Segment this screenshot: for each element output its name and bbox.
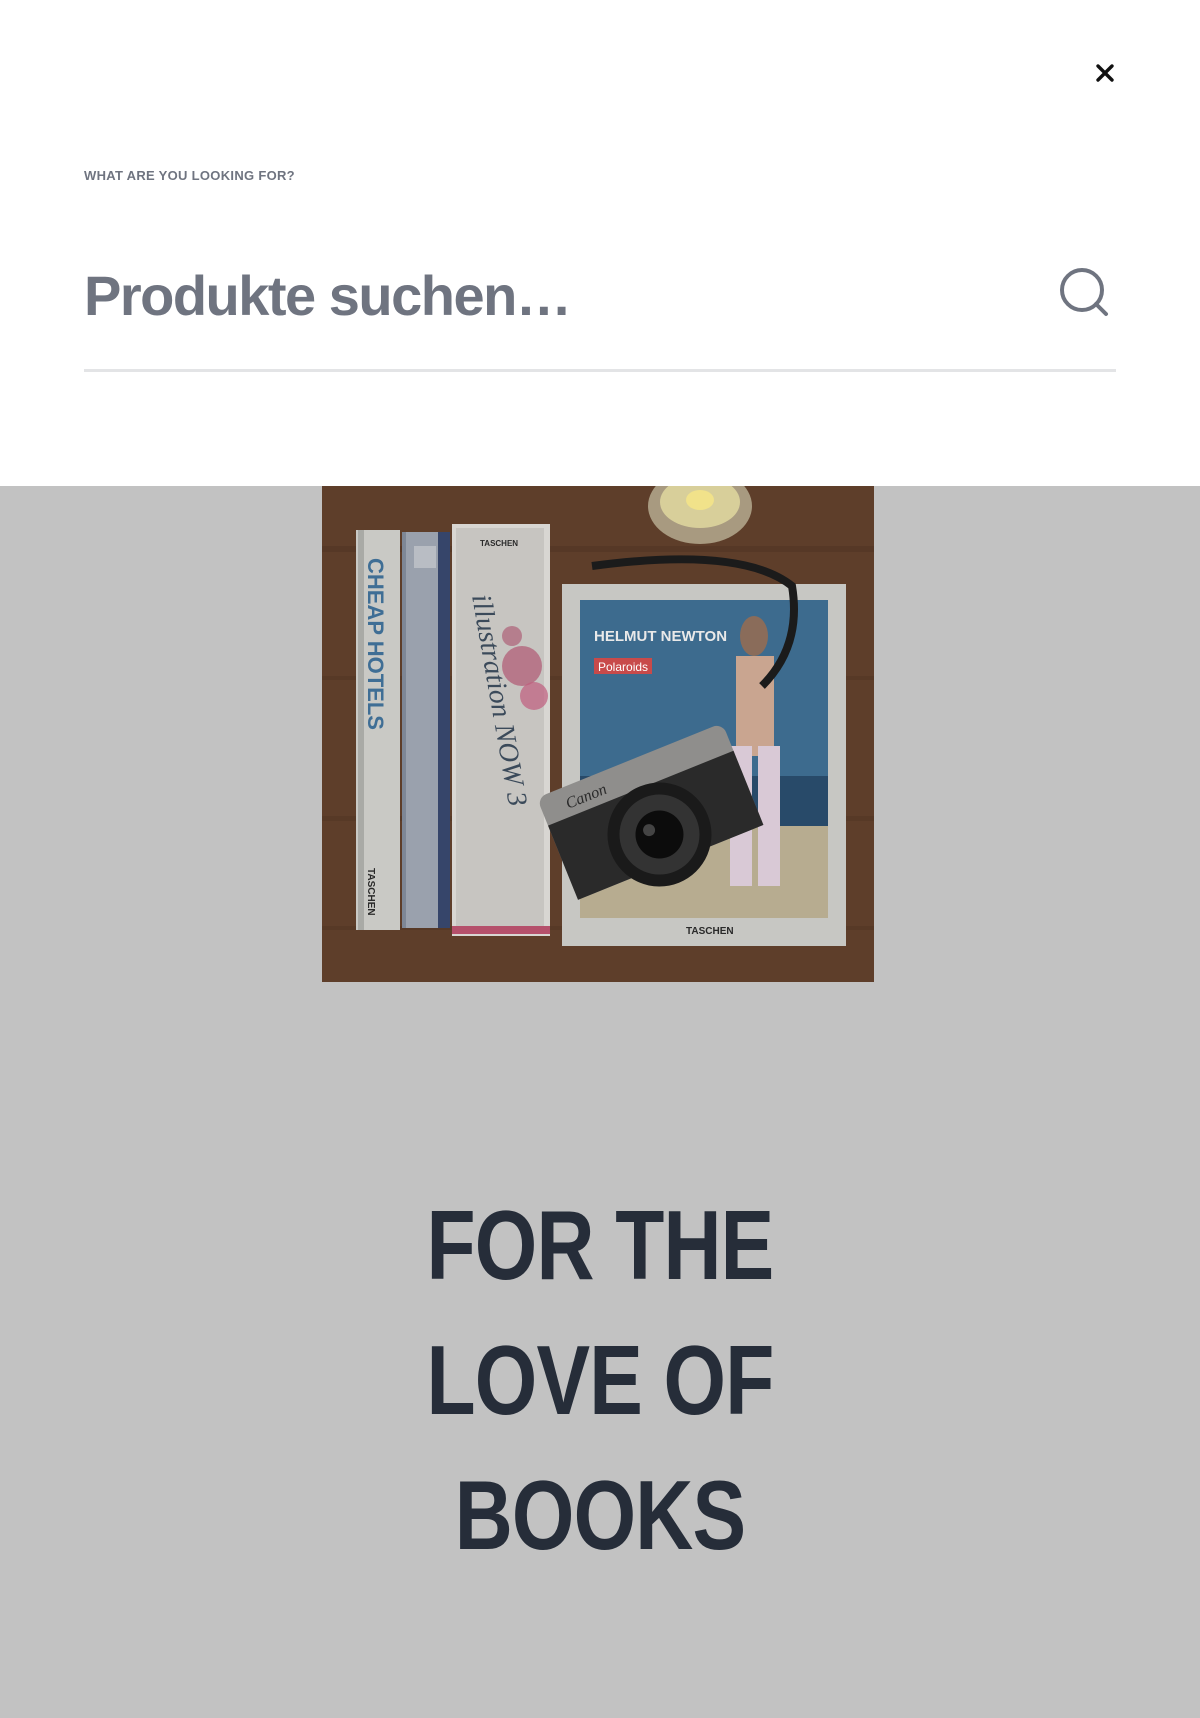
search-label: WHAT ARE YOU LOOKING FOR? [84,168,295,183]
hero-image: CHEAP HOTELS TASCHEN illustration NOW 3 … [322,486,874,982]
book3-publisher: TASCHEN [480,539,518,548]
book1-publisher: TASCHEN [365,868,376,916]
search-submit-button[interactable] [1058,266,1112,320]
search-input[interactable] [84,250,1024,340]
hero-heading-line: FOR THE [426,1190,775,1300]
search-divider [84,369,1116,372]
search-icon [1060,268,1108,316]
book1-title: CHEAP HOTELS [363,558,388,730]
hero-heading-line: LOVE OF [426,1325,775,1435]
close-button[interactable] [1090,58,1120,88]
books-camera-photo: CHEAP HOTELS TASCHEN illustration NOW 3 … [322,486,874,982]
close-icon [1096,64,1114,82]
search-overlay: WHAT ARE YOU LOOKING FOR? [0,0,1200,486]
book4-publisher: TASCHEN [686,926,734,937]
book4-subtitle: Polaroids [598,660,648,674]
hero-heading-line: BOOKS [454,1460,746,1570]
hero-heading: FOR THE LOVE OF BOOKS [0,1178,1200,1583]
book4-title: HELMUT NEWTON [594,628,727,645]
